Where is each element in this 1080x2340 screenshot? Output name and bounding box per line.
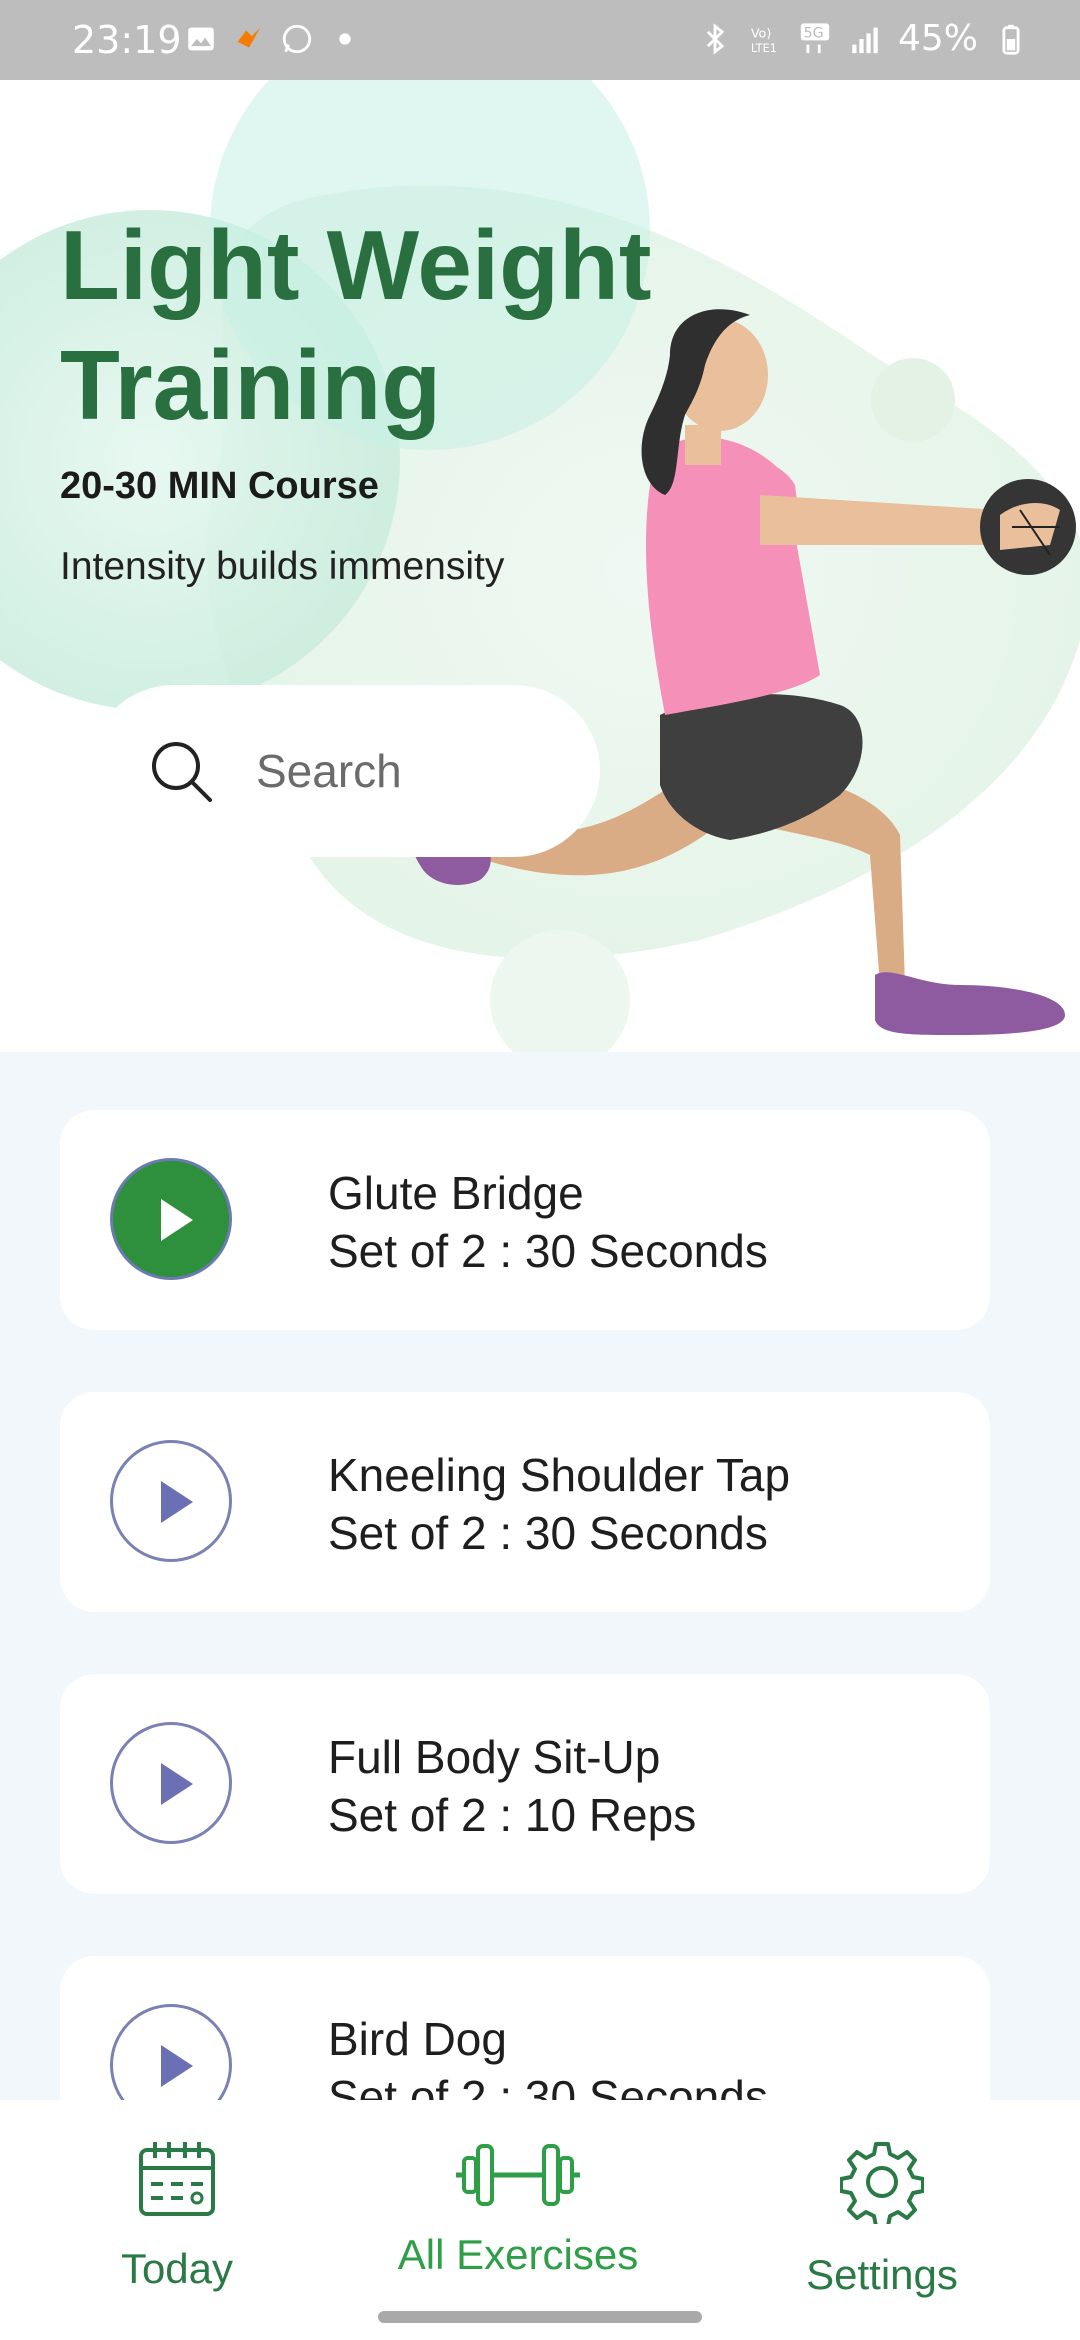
- volte-icon: Vo)LTE1: [751, 26, 777, 54]
- home-indicator[interactable]: [378, 2311, 702, 2323]
- status-time: 23:19: [72, 18, 182, 62]
- app-icon: [237, 27, 261, 48]
- exercise-card-glute-bridge[interactable]: Glute Bridge Set of 2 : 30 Seconds: [60, 1110, 990, 1330]
- search-bar[interactable]: [88, 685, 600, 857]
- play-button[interactable]: [110, 1440, 232, 1562]
- svg-text:Vo): Vo): [751, 26, 772, 41]
- search-input[interactable]: [254, 743, 558, 799]
- exercise-name: Full Body Sit-Up: [328, 1731, 661, 1783]
- exercise-name: Kneeling Shoulder Tap: [328, 1449, 791, 1501]
- play-icon: [161, 1481, 193, 1523]
- gallery-icon: [188, 27, 214, 51]
- play-icon: [161, 2045, 193, 2087]
- search-icon: [152, 742, 212, 802]
- woman-lunge-illustration: [405, 309, 1076, 1035]
- exercise-detail: Set of 2 : 30 Seconds: [328, 1225, 768, 1277]
- dumbbell-icon: [456, 2144, 580, 2206]
- bottom-navigation: Today All Exercises Settings: [0, 2100, 1080, 2340]
- nav-label-settings: Settings: [806, 2251, 958, 2298]
- nav-label-today: Today: [120, 2245, 234, 2292]
- exercise-detail: Set of 2 : 10 Reps: [328, 1789, 697, 1841]
- play-button[interactable]: [110, 1158, 232, 1280]
- dot-icon: [339, 33, 351, 45]
- play-icon: [161, 1199, 193, 1241]
- svg-text:LTE1: LTE1: [751, 40, 777, 54]
- hero-section: Light Weight Training 20-30 MIN Course I…: [0, 80, 1080, 1052]
- course-duration: 20-30 MIN Course: [60, 465, 379, 507]
- status-bar: 23:19 Vo) LTE1 5G 45%: [0, 0, 1080, 80]
- system-icons: Vo) LTE1 5G 45%: [698, 18, 1028, 59]
- exercise-card-full-body-sit-up[interactable]: Full Body Sit-Up Set of 2 : 10 Reps: [60, 1674, 990, 1894]
- nav-label-all-exercises: All Exercises: [397, 2231, 639, 2278]
- whatsapp-icon: [282, 24, 312, 54]
- exercise-card-bird-dog[interactable]: Bird Dog Set of 2 : 30 Seconds: [60, 1956, 990, 2100]
- exercise-card-kneeling-shoulder-tap[interactable]: Kneeling Shoulder Tap Set of 2 : 30 Seco…: [60, 1392, 990, 1612]
- exercise-name: Bird Dog: [328, 2013, 507, 2065]
- exercise-list: Glute Bridge Set of 2 : 30 Seconds Kneel…: [0, 1052, 1080, 2100]
- exercise-name: Glute Bridge: [328, 1167, 584, 1219]
- play-button[interactable]: [110, 2004, 232, 2100]
- play-icon: [161, 1763, 193, 1805]
- calendar-icon: [139, 2142, 215, 2216]
- nav-settings[interactable]: Settings: [732, 2140, 1032, 2299]
- battery-percent: 45%: [897, 18, 978, 59]
- gear-icon: [839, 2142, 925, 2228]
- exercise-detail: Set of 2 : 30 Seconds: [328, 1507, 768, 1559]
- 5g-icon: 5G: [800, 22, 830, 53]
- bluetooth-icon: [706, 22, 725, 55]
- battery-icon: [1002, 24, 1020, 55]
- nav-today[interactable]: Today: [27, 2140, 327, 2293]
- signal-icon: [852, 27, 878, 53]
- svg-text:5G: 5G: [804, 25, 824, 41]
- notification-icons: [184, 22, 362, 56]
- nav-all-exercises[interactable]: All Exercises: [368, 2140, 668, 2279]
- play-button[interactable]: [110, 1722, 232, 1844]
- exercise-detail: Set of 2 : 30 Seconds: [328, 2071, 768, 2100]
